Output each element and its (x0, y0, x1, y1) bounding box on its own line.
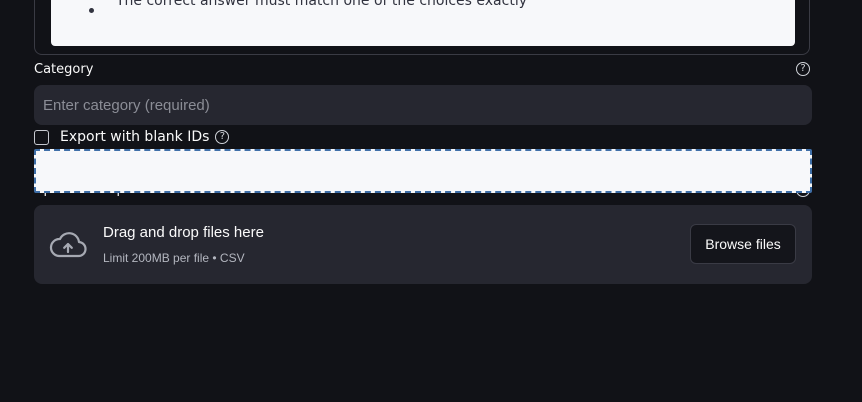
dropzone-limit-text: Limit 200MB per file • CSV (103, 251, 245, 265)
instructions-panel: The correct answer must match one of the… (34, 0, 810, 55)
export-blank-ids-row: Export with blank IDs ? (34, 128, 230, 146)
export-blank-ids-checkbox[interactable] (34, 129, 49, 145)
focus-highlight (34, 149, 812, 193)
instruction-text: The correct answer must match one of the… (116, 0, 527, 9)
category-help-icon[interactable]: ? (796, 62, 810, 76)
file-dropzone[interactable]: Drag and drop files here Limit 200MB per… (34, 205, 812, 284)
cloud-upload-icon (49, 232, 87, 258)
export-blank-ids-label[interactable]: Export with blank IDs (60, 129, 209, 145)
instruction-bullet: The correct answer must match one of the… (89, 0, 527, 20)
instructions-content: The correct answer must match one of the… (51, 0, 795, 46)
browse-files-button[interactable]: Browse files (690, 224, 796, 264)
category-input[interactable] (34, 85, 812, 125)
category-label: Category (34, 62, 94, 77)
dropzone-title: Drag and drop files here (103, 224, 264, 241)
bullet-icon (89, 7, 94, 13)
export-help-icon[interactable]: ? (215, 130, 230, 144)
